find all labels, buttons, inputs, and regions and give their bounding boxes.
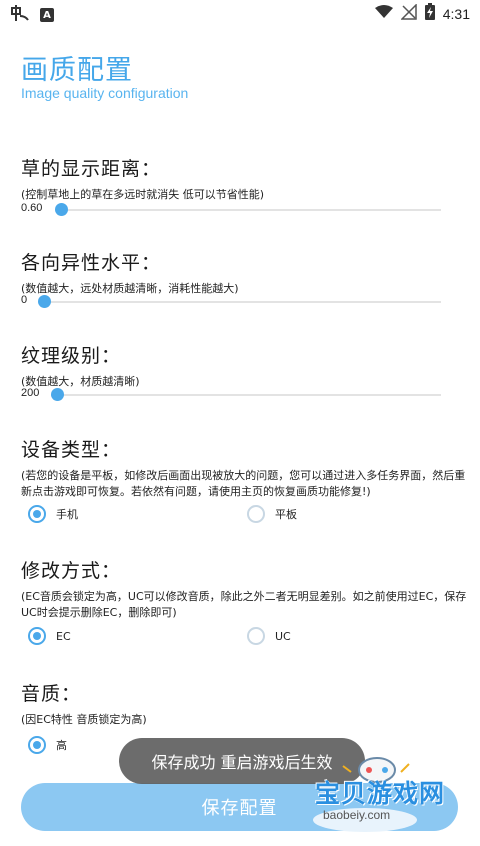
- radio-high-label: 高: [56, 739, 67, 752]
- radio-ec[interactable]: EC: [28, 627, 71, 645]
- status-bar: A 4:31: [0, 0, 480, 26]
- device-type-radio-group: 手机 平板: [28, 505, 448, 527]
- radio-tablet[interactable]: 平板: [247, 505, 297, 523]
- watermark-text: 宝贝游戏网: [315, 779, 446, 808]
- texture-level-slider[interactable]: 200: [21, 385, 441, 405]
- clock: 4:31: [442, 5, 470, 22]
- anisotropic-slider[interactable]: 0: [21, 292, 441, 312]
- anisotropic-value: 0: [21, 294, 28, 306]
- grass-distance-value: 0.60: [21, 202, 43, 214]
- radio-phone[interactable]: 手机: [28, 505, 78, 523]
- watermark-logo: 宝贝游戏网 baobeiy.com: [305, 752, 475, 838]
- radio-uc[interactable]: UC: [247, 627, 291, 645]
- app-logo-icon: [10, 4, 30, 26]
- modify-mode-radio-group: EC UC: [28, 627, 448, 649]
- grass-distance-slider[interactable]: 0.60: [21, 200, 441, 220]
- slider-track[interactable]: [51, 394, 441, 396]
- radio-uc-label: UC: [275, 629, 291, 643]
- no-signal-icon: [399, 2, 417, 24]
- grass-distance-title: 草的显示距离：: [21, 158, 162, 180]
- anisotropic-section: 各向异性水平： (数值越大，远处材质越清晰，消耗性能越大): [21, 248, 471, 297]
- radio-tablet-label: 平板: [275, 508, 297, 521]
- radio-high[interactable]: 高: [28, 736, 67, 754]
- texture-level-section: 纹理级别： (数值越大，材质越清晰): [21, 341, 471, 390]
- wifi-icon: [374, 4, 393, 23]
- device-type-section: 设备类型： (若您的设备是平板，如修改后画面出现被放大的问题，您可以通过进入多任…: [21, 435, 471, 500]
- radio-checked-icon[interactable]: [28, 736, 46, 754]
- radio-checked-icon[interactable]: [28, 627, 46, 645]
- status-bar-right: 4:31: [374, 2, 470, 24]
- radio-unchecked-icon[interactable]: [247, 627, 265, 645]
- slider-thumb[interactable]: [38, 295, 51, 308]
- radio-phone-label: 手机: [56, 508, 78, 521]
- modify-mode-section: 修改方式： (EC音质会锁定为高，UC可以修改音质，除此之外二者无明显差别。如之…: [21, 556, 471, 621]
- device-type-title: 设备类型：: [21, 439, 122, 461]
- audio-quality-desc: (因EC特性 音质锁定为高): [21, 713, 147, 726]
- page-subtitle: Image quality configuration: [21, 85, 189, 101]
- radio-checked-icon[interactable]: [28, 505, 46, 523]
- slider-track[interactable]: [56, 209, 441, 211]
- slider-thumb[interactable]: [51, 388, 64, 401]
- grass-distance-section: 草的显示距离： (控制草地上的草在多远时就消失 低可以节省性能): [21, 154, 471, 203]
- watermark-url: baobeiy.com: [323, 808, 391, 822]
- texture-level-value: 200: [21, 387, 40, 399]
- page-title: 画质配置: [21, 55, 133, 86]
- battery-charging-icon: [424, 3, 435, 24]
- status-bar-left: A: [10, 4, 54, 26]
- slider-thumb[interactable]: [55, 203, 68, 216]
- anisotropic-title: 各向异性水平：: [21, 252, 162, 274]
- modify-mode-desc: (EC音质会锁定为高，UC可以修改音质，除此之外二者无明显差别。如之前使用过EC…: [21, 590, 467, 619]
- slider-track[interactable]: [39, 301, 441, 303]
- audio-quality-section: 音质： (因EC特性 音质锁定为高): [21, 679, 471, 728]
- texture-level-title: 纹理级别：: [21, 345, 122, 367]
- device-type-desc: (若您的设备是平板，如修改后画面出现被放大的问题，您可以通过进入多任务界面，然后…: [21, 469, 466, 498]
- modify-mode-title: 修改方式：: [21, 560, 122, 582]
- radio-unchecked-icon[interactable]: [247, 505, 265, 523]
- a-notification-icon: A: [40, 8, 54, 22]
- audio-quality-title: 音质：: [21, 683, 82, 705]
- radio-ec-label: EC: [56, 629, 71, 643]
